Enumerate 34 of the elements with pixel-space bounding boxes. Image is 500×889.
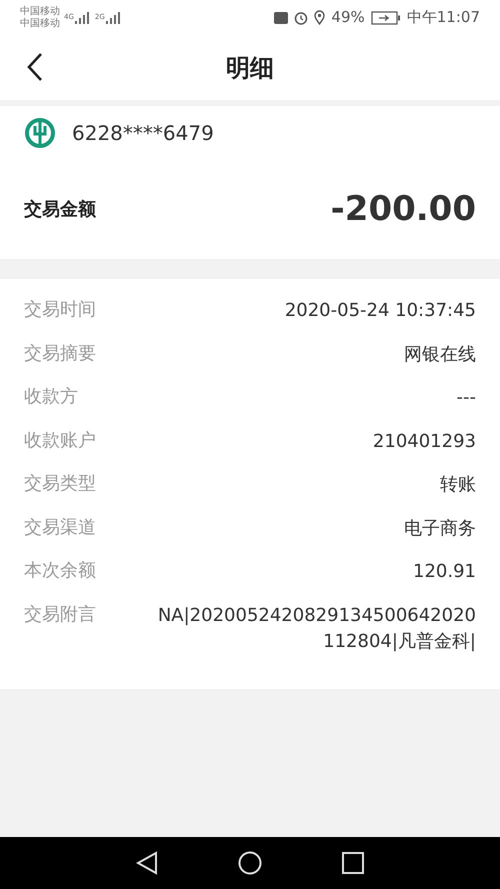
- detail-value: ---: [456, 386, 476, 410]
- carrier-name: 中国移动: [20, 6, 60, 18]
- detail-label: 交易时间: [24, 298, 96, 322]
- battery-percent: 49%: [331, 7, 365, 28]
- clock: 中午11:07: [406, 7, 480, 28]
- detail-value: 120.91: [413, 560, 476, 584]
- signal-icon: [106, 12, 122, 24]
- back-icon[interactable]: [136, 851, 158, 875]
- detail-value: 网银在线: [404, 342, 476, 366]
- detail-label: 交易渠道: [24, 516, 96, 540]
- back-icon: [26, 52, 44, 82]
- carrier-name: 中国移动: [20, 18, 60, 30]
- detail-value: 210401293: [372, 430, 476, 454]
- detail-label: 交易摘要: [24, 342, 96, 366]
- detail-value: 转账: [440, 473, 476, 497]
- signal-icon: [74, 12, 91, 24]
- location-icon: [314, 10, 326, 25]
- bank-logo-icon: [24, 117, 56, 149]
- detail-label: 本次余额: [24, 559, 96, 583]
- detail-value: NA|2020052420829134500642020112804|凡普金科|: [156, 604, 476, 654]
- account-number: 6228****6479: [72, 120, 214, 147]
- page-title: 明细: [226, 52, 274, 84]
- detail-label: 收款账户: [24, 428, 96, 452]
- amount-value: -200.00: [330, 188, 476, 231]
- detail-label: 交易附言: [24, 602, 96, 626]
- battery-icon: [370, 10, 401, 24]
- detail-label: 交易类型: [24, 472, 96, 496]
- alarm-icon: [294, 10, 308, 24]
- home-icon[interactable]: [238, 851, 262, 875]
- amount-label: 交易金额: [24, 198, 96, 222]
- detail-value: 电子商务: [404, 516, 476, 540]
- detail-value: 2020-05-24 10:37:45: [284, 299, 476, 323]
- detail-label: 收款方: [24, 385, 78, 409]
- recent-apps-icon[interactable]: [342, 852, 364, 874]
